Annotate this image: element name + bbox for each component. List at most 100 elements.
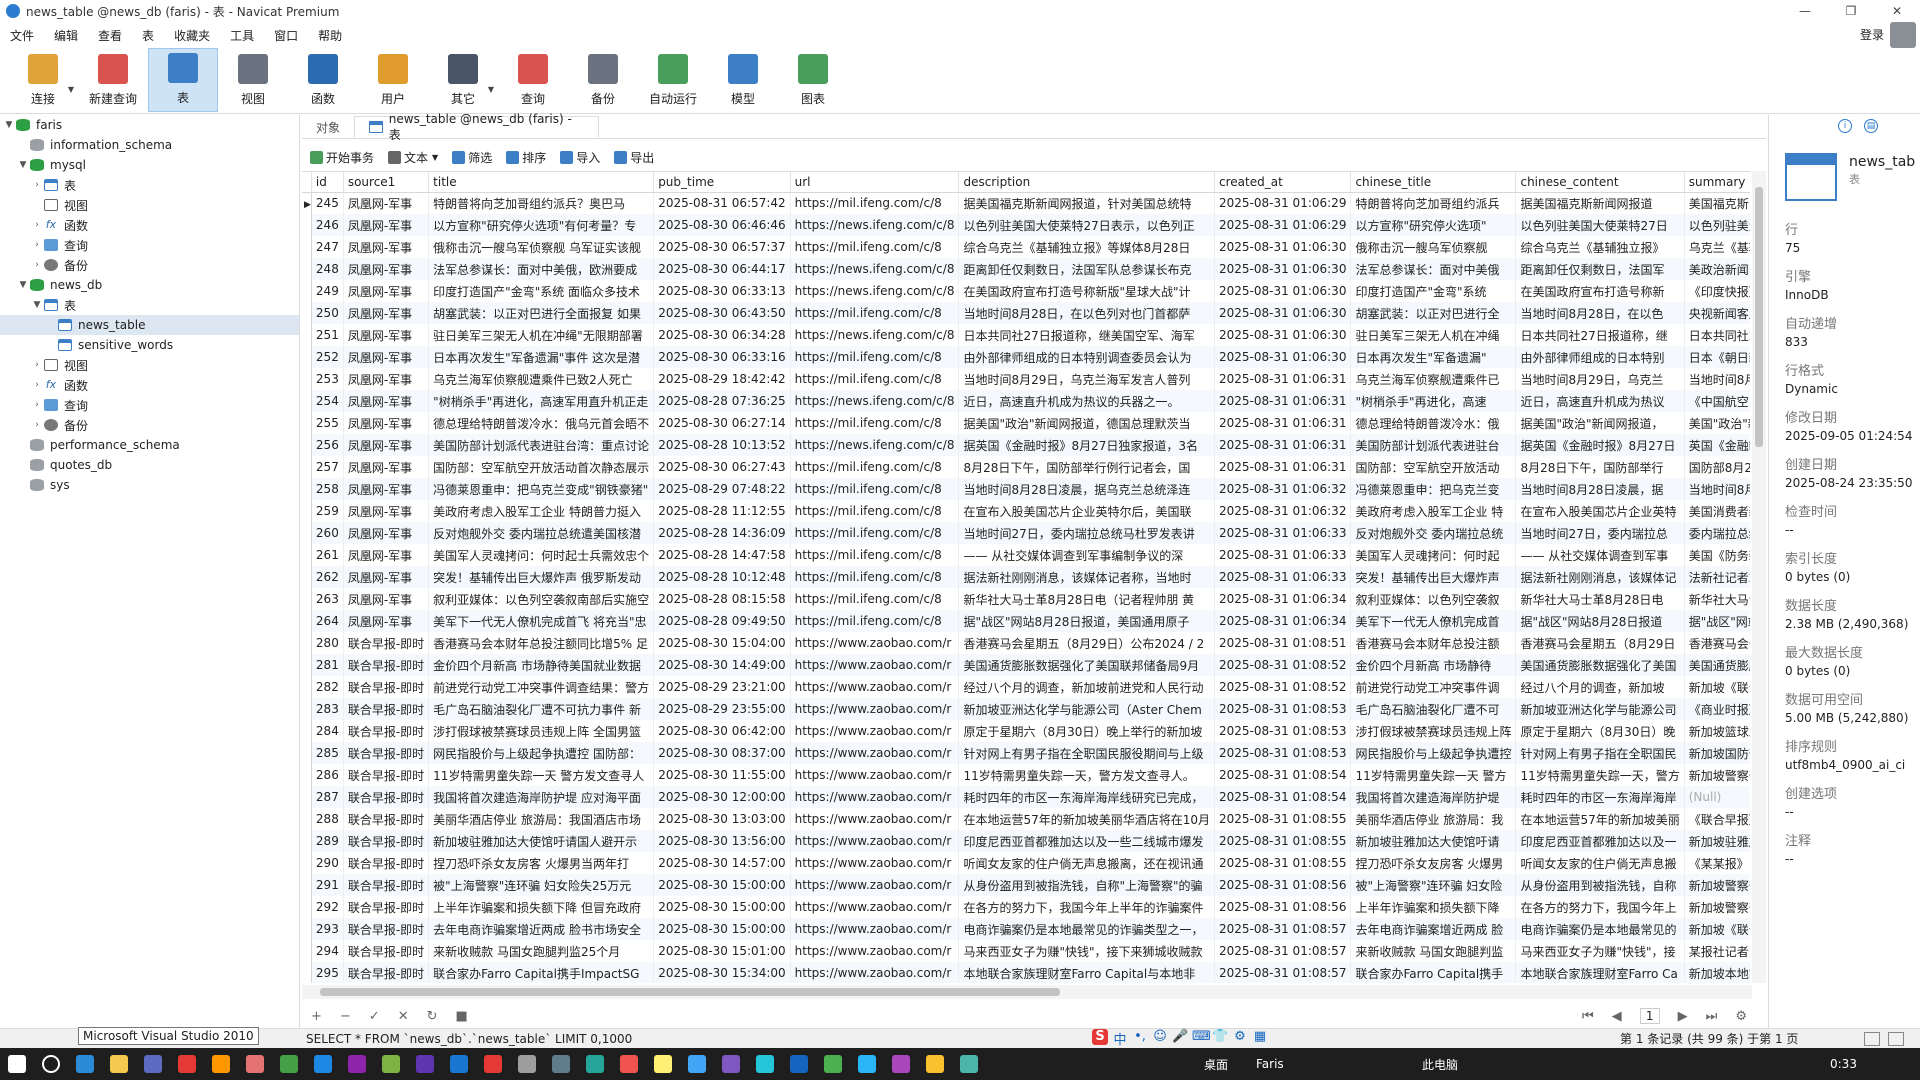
table-cell[interactable]: 285 — [311, 742, 344, 764]
table-cell[interactable]: 凤凰网-军事 — [343, 324, 430, 346]
table-cell[interactable]: 2025-08-31 01:06:31 — [1214, 434, 1352, 456]
table-cell[interactable]: https://mil.ifeng.com/c/8 — [790, 588, 960, 610]
table-row[interactable]: 251 凤凰网-军事 驻日美军三架无人机在冲绳"无限期部署 2025-08-30 06… — [302, 324, 1750, 346]
column-header[interactable]: created_at — [1214, 172, 1352, 193]
toolbar-button-3[interactable]: 视图 — [218, 48, 288, 112]
expand-caret-icon[interactable]: › — [30, 240, 44, 250]
taskbar-app-icon[interactable] — [170, 1048, 204, 1080]
table-cell[interactable]: 来新收贼款 马国女跑腿判监 — [1350, 940, 1517, 962]
table-cell[interactable]: 293 — [311, 918, 344, 940]
table-cell[interactable]: 261 — [311, 544, 344, 566]
table-cell[interactable]: 联合早报-即时 — [343, 764, 430, 786]
table-cell[interactable]: 叙利亚媒体：以色列空袭叙 — [1350, 588, 1517, 610]
table-cell[interactable]: "树梢杀手"再进化，高速军用直升机正走 — [428, 390, 655, 412]
table-cell[interactable]: 8月28日下午，国防部举行 — [1515, 456, 1685, 478]
tree-node[interactable]: performance_schema — [0, 435, 299, 455]
table-cell[interactable]: 2025-08-30 15:00:00 — [653, 918, 791, 940]
table-cell[interactable]: 国防部：空军航空开放活动首次静态展示 — [428, 456, 655, 478]
table-cell[interactable]: 香港赛马会本财年总投注额同比增5% 足 — [428, 632, 655, 654]
table-cell[interactable]: 2025-08-31 01:06:30 — [1214, 258, 1352, 280]
table-cell[interactable]: 凤凰网-军事 — [343, 588, 430, 610]
table-cell[interactable]: 287 — [311, 786, 344, 808]
table-cell[interactable]: 联合早报-即时 — [343, 896, 430, 918]
table-cell[interactable]: https://mil.ifeng.com/c/8 — [790, 522, 960, 544]
table-cell[interactable]: 联合家办Farro Capital携手 — [1350, 962, 1517, 983]
dropdown-arrow-icon[interactable]: ▼ — [432, 153, 438, 162]
table-cell[interactable]: 凤凰网-军事 — [343, 368, 430, 390]
table-cell[interactable]: 马来西亚女子为赚"快钱"，接 — [1515, 940, 1685, 962]
table-cell[interactable]: 2025-08-31 01:06:34 — [1214, 588, 1352, 610]
table-cell[interactable]: 凤凰网-军事 — [343, 500, 430, 522]
table-cell[interactable]: 由外部律师组成的日本特别调查委员会认为 — [958, 346, 1215, 368]
table-cell[interactable]: 美政府考虑入股军工企业 特朗普力挺入 — [428, 500, 655, 522]
table-cell[interactable]: 联合家办Farro Capital携手ImpactSG — [428, 962, 655, 983]
gear-icon[interactable]: ⚙ — [1735, 1009, 1747, 1024]
table-cell[interactable]: https://www.zaobao.com/r — [790, 874, 960, 896]
table-cell[interactable]: 被"上海警察"连环骗 妇女险 — [1350, 874, 1517, 896]
table-cell[interactable]: 联合早报-即时 — [343, 786, 430, 808]
table-cell[interactable]: 在本地运营57年的新加坡美丽华酒店将在10月 — [958, 808, 1215, 830]
table-cell[interactable]: 联合早报-即时 — [343, 720, 430, 742]
scroll-thumb[interactable] — [1755, 187, 1763, 447]
table-cell[interactable]: 280 — [311, 632, 344, 654]
table-cell[interactable]: 2025-08-28 14:36:09 — [653, 522, 791, 544]
table-cell[interactable]: 前进党行动党工冲突事件调 — [1350, 676, 1517, 698]
column-header[interactable]: id — [311, 172, 344, 193]
table-cell[interactable]: 原定于星期六（8月30日）晚 — [1515, 720, 1685, 742]
table-cell[interactable]: 凤凰网-军事 — [343, 280, 430, 302]
table-cell[interactable]: 2025-08-30 15:00:00 — [653, 896, 791, 918]
table-row[interactable]: 250 凤凰网-军事 胡塞武装：以正对巴进行全面报复 如果 2025-08-30 06… — [302, 302, 1750, 324]
table-cell[interactable]: 2025-08-31 01:08:52 — [1214, 676, 1352, 698]
toolbar-button-9[interactable]: 自动运行 — [638, 48, 708, 112]
taskbar-app-icon[interactable] — [680, 1048, 714, 1080]
taskbar-app-icon[interactable] — [272, 1048, 306, 1080]
table-cell[interactable]: 252 — [311, 346, 344, 368]
table-cell[interactable]: 突发！基辅传出巨大爆炸声 — [1350, 566, 1517, 588]
table-cell[interactable]: 美国通货膨胀 — [1684, 654, 1750, 676]
table-cell[interactable]: 凤凰网-军事 — [343, 610, 430, 632]
table-cell[interactable]: 2025-08-30 14:49:00 — [653, 654, 791, 676]
menu-window[interactable]: 窗口 — [264, 27, 308, 44]
table-cell[interactable]: —— 从社交媒体调查到军事编制争议的深 — [958, 544, 1215, 566]
table-cell[interactable]: 2025-08-29 23:21:00 — [653, 676, 791, 698]
tree-node[interactable]: ▼ 表 — [0, 295, 299, 315]
table-cell[interactable]: https://news.ifeng.com/c/8 — [790, 280, 960, 302]
info-icon[interactable]: i — [1838, 119, 1852, 133]
table-cell[interactable]: 263 — [311, 588, 344, 610]
table-cell[interactable]: 距离卸任仅剩数日，法国军 — [1515, 258, 1685, 280]
table-cell[interactable]: 249 — [311, 280, 344, 302]
table-cell[interactable]: 2025-08-28 10:12:48 — [653, 566, 791, 588]
table-cell[interactable]: 新加坡驻雅加 — [1684, 830, 1750, 852]
table-cell[interactable]: 在美国政府宣布打造号称新 — [1515, 280, 1685, 302]
column-header[interactable]: chinese_title — [1350, 172, 1517, 193]
table-cell[interactable]: 在各方的努力下，我国今年上半年的诈骗案件 — [958, 896, 1215, 918]
table-cell[interactable]: 印度打造国产"金弯"系统 面临众多技术 — [428, 280, 655, 302]
table-cell[interactable]: 11岁特需男童失踪一天，警方发文查寻人。 — [958, 764, 1215, 786]
taskbar-app-icon[interactable] — [238, 1048, 272, 1080]
table-cell[interactable]: 近日，高速直升机成为热议 — [1515, 390, 1685, 412]
table-cell[interactable]: 日本共同社27 — [1684, 324, 1750, 346]
table-cell[interactable]: 2025-08-30 06:46:46 — [653, 214, 791, 236]
table-cell[interactable]: 毛广岛石脑油裂化厂遭不可抗力事件 新 — [428, 698, 655, 720]
table-cell[interactable]: 254 — [311, 390, 344, 412]
table-cell[interactable]: 291 — [311, 874, 344, 896]
table-cell[interactable]: 突发！基辅传出巨大爆炸声 俄罗斯发动 — [428, 566, 655, 588]
table-cell[interactable]: 凤凰网-军事 — [343, 544, 430, 566]
table-cell[interactable]: 2025-08-30 06:42:00 — [653, 720, 791, 742]
taskbar-desktop-label[interactable]: 桌面 — [1204, 1056, 1228, 1073]
refresh-icon[interactable]: ↻ — [427, 1009, 438, 1024]
table-cell[interactable]: 叙利亚媒体：以色列空袭叙南部后实施空 — [428, 588, 655, 610]
taskbar-user-label[interactable]: Faris — [1256, 1057, 1284, 1071]
tree-node[interactable]: sensitive_words — [0, 335, 299, 355]
table-cell[interactable]: 2025-08-31 01:08:56 — [1214, 896, 1352, 918]
prev-page-button[interactable]: ◀ — [1612, 1009, 1622, 1024]
table-cell[interactable]: 2025-08-31 06:57:42 — [653, 192, 791, 214]
grid-toolbar-button-4[interactable]: 导入 — [560, 149, 600, 166]
table-cell[interactable]: 2025-08-30 06:27:14 — [653, 412, 791, 434]
table-cell[interactable]: 264 — [311, 610, 344, 632]
table-cell[interactable]: 法新社记者28 — [1684, 566, 1750, 588]
table-row[interactable]: 280 联合早报-即时 香港赛马会本财年总投注额同比增5% 足 2025-08-30 … — [302, 632, 1750, 654]
table-cell[interactable]: 248 — [311, 258, 344, 280]
table-cell[interactable]: 新华社大马士 — [1684, 588, 1750, 610]
table-cell[interactable]: 美政治新闻 — [1684, 258, 1750, 280]
